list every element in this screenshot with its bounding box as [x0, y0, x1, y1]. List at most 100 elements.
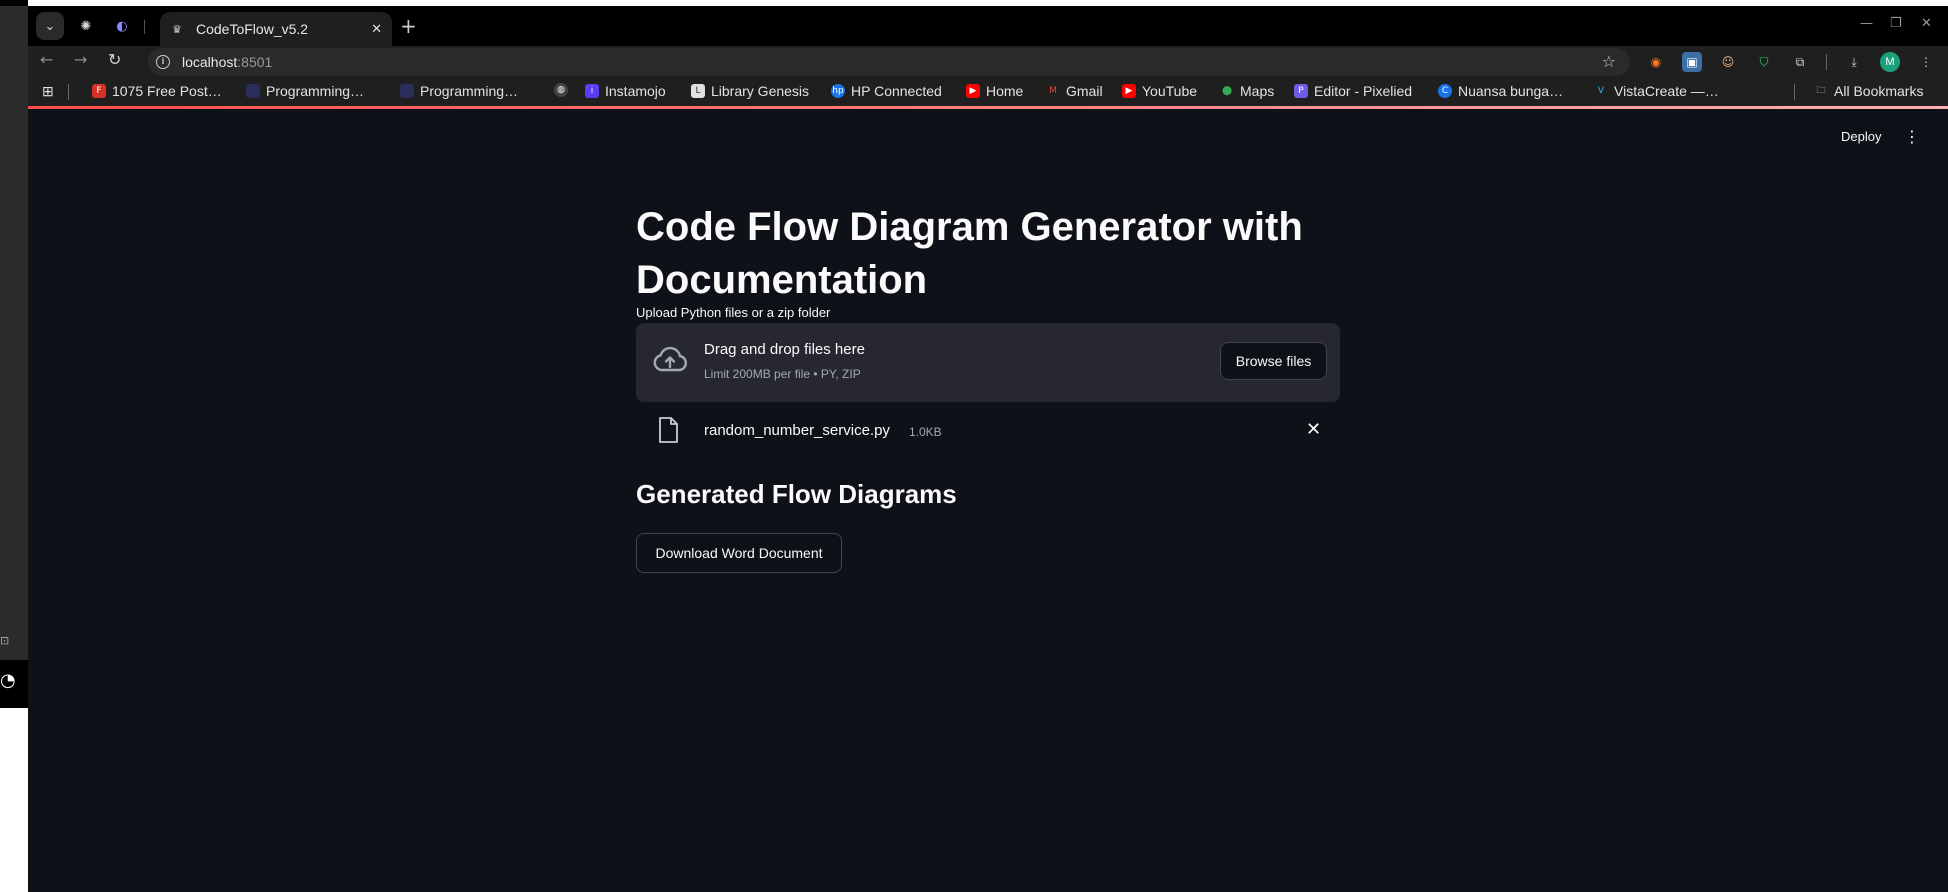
deploy-button[interactable]: Deploy: [1841, 129, 1881, 144]
download-icon[interactable]: ⤓: [1844, 52, 1864, 72]
bookmark-item[interactable]: M Gmail: [1046, 83, 1103, 99]
toolbar-separator: [1826, 54, 1827, 70]
tab-title: CodeToFlow_v5.2: [196, 21, 309, 37]
background-window-panel: [0, 6, 28, 708]
streamlit-crown-icon: ♛: [172, 22, 182, 36]
address-bar[interactable]: i localhost:8501 ☆: [148, 48, 1630, 76]
bookmark-item[interactable]: Programming…: [246, 83, 364, 99]
main-menu-icon[interactable]: ⋮: [1904, 127, 1920, 146]
extensions-puzzle-icon[interactable]: ⧉: [1790, 52, 1810, 72]
bookmark-item[interactable]: F 1075 Free Post…: [92, 83, 222, 99]
bookmark-item[interactable]: ▶ YouTube: [1122, 83, 1197, 99]
file-icon: [659, 417, 678, 443]
extension-orange-icon[interactable]: ◉: [1646, 52, 1666, 72]
maps-pin-icon: ⬤: [1221, 86, 1233, 96]
gmail-icon: M: [1049, 86, 1057, 96]
cloud-upload-icon: [653, 346, 688, 372]
bookmark-item[interactable]: ▶ Home: [966, 83, 1023, 99]
url-port: :8501: [237, 54, 273, 70]
bookmark-label: Library Genesis: [711, 83, 810, 99]
bookmark-item[interactable]: P Editor - Pixelied: [1294, 83, 1412, 99]
bookmark-label: Home: [986, 83, 1024, 99]
remove-file-icon[interactable]: ✕: [1306, 419, 1321, 440]
site-info-icon[interactable]: i: [156, 55, 170, 69]
file-dropzone[interactable]: Drag and drop files here Limit 200MB per…: [636, 323, 1340, 402]
url-host: localhost: [182, 54, 238, 70]
tab-active[interactable]: ♛ CodeToFlow_v5.2 ✕: [160, 12, 392, 46]
bookmark-separator: [68, 84, 69, 100]
download-word-document-button[interactable]: Download Word Document: [636, 533, 842, 573]
bookmark-label: VistaCreate —…: [1614, 83, 1719, 99]
background-window-strip: ⊡ ◔: [0, 0, 28, 892]
bookmark-label: Instamojo: [605, 83, 666, 99]
reload-icon[interactable]: ↻: [108, 50, 121, 69]
close-tab-icon[interactable]: ✕: [371, 22, 382, 37]
bookmark-label: Maps: [1240, 83, 1275, 99]
bookmark-item[interactable]: i Instamojo: [585, 83, 666, 99]
pinned-tab-openai-icon[interactable]: ✺: [72, 12, 100, 40]
globe-icon: ◍: [554, 83, 568, 97]
pinned-tab-deepseek-icon[interactable]: ◐: [108, 12, 136, 40]
browse-files-button[interactable]: Browse files: [1220, 342, 1327, 380]
bookmark-label: Editor - Pixelied: [1314, 83, 1413, 99]
bookmark-favicon-icon: i: [585, 84, 599, 98]
bookmark-favicon-icon: F: [92, 84, 106, 98]
bookmark-favicon-icon: L: [691, 84, 705, 98]
all-bookmarks-label: All Bookmarks: [1834, 83, 1924, 99]
minimize-icon[interactable]: —: [1860, 16, 1873, 31]
bookmark-favicon-icon: C: [1438, 84, 1452, 98]
bookmark-separator: [1794, 84, 1795, 100]
bookmarks-bar: ⊞ F 1075 Free Post… Programming… Programm…: [28, 78, 1948, 106]
shield-icon[interactable]: ⛉: [1754, 52, 1774, 72]
bookmark-favicon-icon: P: [1294, 84, 1308, 98]
back-arrow-icon[interactable]: ←: [40, 50, 53, 69]
extension-blue-icon[interactable]: ▣: [1682, 52, 1702, 72]
youtube-icon: ▶: [966, 84, 980, 98]
tab-search-chevron-icon[interactable]: ⌄: [36, 12, 64, 40]
dropzone-limit-text: Limit 200MB per file • PY, ZIP: [704, 367, 861, 381]
bookmark-item[interactable]: hp HP Connected: [831, 83, 942, 99]
bookmark-label: 1075 Free Post…: [112, 83, 222, 99]
profile-avatar[interactable]: M: [1880, 52, 1900, 72]
restore-icon[interactable]: ❐: [1890, 16, 1902, 31]
uploaded-file-size: 1.0KB: [909, 425, 942, 439]
bookmark-label: YouTube: [1142, 83, 1198, 99]
browser-window: ⌄ ✺ ◐ ♛ CodeToFlow_v5.2 ✕ + — ❐ ✕ ← → ↻ …: [28, 6, 1948, 892]
bookmark-item[interactable]: C Nuansa bunga…: [1438, 83, 1563, 99]
tab-separator: [144, 20, 145, 34]
bookmark-star-icon[interactable]: ☆: [1602, 52, 1616, 71]
uploaded-file-name: random_number_service.py: [704, 422, 890, 439]
youtube-icon: ▶: [1122, 84, 1136, 98]
section-heading: Generated Flow Diagrams: [636, 479, 957, 509]
bookmark-item[interactable]: L Library Genesis: [691, 83, 809, 99]
tab-bar: ⌄ ✺ ◐ ♛ CodeToFlow_v5.2 ✕ + — ❐ ✕: [28, 6, 1948, 46]
uploaded-file-row: random_number_service.py 1.0KB ✕: [636, 409, 1340, 451]
bookmark-label: Gmail: [1066, 83, 1103, 99]
lock-icon: ⊡: [0, 634, 10, 647]
bookmark-label: Programming…: [266, 83, 365, 99]
screen: ⊡ ◔ ⌄ ✺ ◐ ♛ CodeToFlow_v5.2 ✕ + — ❐ ✕ ← …: [0, 0, 1948, 892]
bookmark-item[interactable]: V VistaCreate —…: [1594, 83, 1719, 99]
plus-icon[interactable]: +: [400, 14, 417, 38]
folder-icon: 🗀: [1816, 86, 1826, 96]
file-uploader-label: Upload Python files or a zip folder: [636, 305, 831, 320]
app-dock-icon[interactable]: ◔: [0, 670, 16, 694]
bookmark-item[interactable]: ⬤ Maps: [1220, 83, 1274, 99]
forward-arrow-icon[interactable]: →: [74, 50, 87, 69]
bookmark-label: HP Connected: [851, 83, 942, 99]
bookmark-label: Programming…: [420, 83, 519, 99]
page-title: Code Flow Diagram Generator with Documen…: [636, 205, 1303, 302]
extension-face-icon[interactable]: ☺: [1718, 52, 1738, 72]
bookmark-globe-icon[interactable]: ◍: [554, 83, 574, 97]
bookmark-item[interactable]: Programming…: [400, 83, 518, 99]
browser-menu-icon[interactable]: ⋮: [1916, 52, 1936, 72]
bookmark-favicon-icon: [246, 84, 260, 98]
close-window-icon[interactable]: ✕: [1921, 16, 1932, 31]
dropzone-instructions: Drag and drop files here: [704, 341, 865, 358]
apps-grid-icon[interactable]: ⊞: [42, 83, 54, 100]
bookmark-favicon-icon: hp: [831, 84, 845, 98]
browser-toolbar: ← → ↻ i localhost:8501 ☆ ◉ ▣ ☺ ⛉ ⧉ ⤓ M ⋮: [28, 46, 1948, 78]
all-bookmarks-button[interactable]: 🗀 All Bookmarks: [1814, 83, 1923, 99]
bookmark-label: Nuansa bunga…: [1458, 83, 1564, 99]
bookmark-favicon-icon: [400, 84, 414, 98]
